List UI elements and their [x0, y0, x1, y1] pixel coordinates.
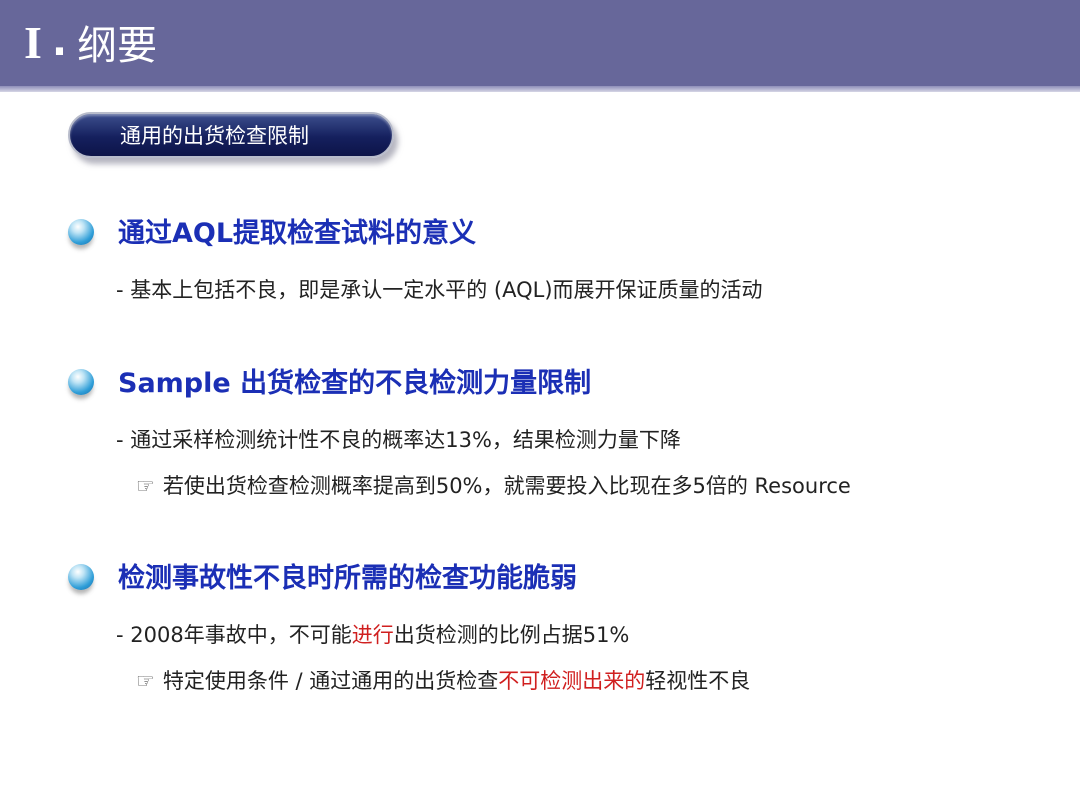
header-bar	[0, 0, 1080, 86]
pointing-hand-icon: ☞	[136, 474, 155, 498]
numeral-dot: .	[51, 19, 68, 65]
highlight-text: 不可检测出来的	[498, 669, 646, 693]
section-heading: Sample 出货检查的不良检测力量限制	[118, 368, 592, 399]
line-text: 轻视性不良	[645, 669, 751, 693]
section-numeral: I	[24, 16, 44, 68]
sub-point-line: ☞ 若使出货检查检测概率提高到50%，就需要投入比现在多5倍的 Resource	[136, 470, 851, 500]
blue-sphere-icon	[68, 564, 94, 590]
topic-badge-label: 通用的出货检查限制	[120, 124, 309, 148]
header-rule	[0, 86, 1080, 92]
sub-point-line: ☞ 特定使用条件 / 通过通用的出货检查不可检测出来的轻视性不良	[136, 665, 750, 695]
page-title: I . 纲要	[24, 10, 157, 74]
line-text: 出货检测的比例占据51%	[393, 623, 630, 647]
title-text: 纲要	[77, 23, 158, 69]
blue-sphere-icon	[68, 219, 94, 245]
section-line: - 2008年事故中，不可能进行出货检测的比例占据51%	[116, 619, 629, 649]
highlight-text: 进行	[351, 623, 394, 647]
line-text: - 2008年事故中，不可能	[116, 623, 352, 647]
section-line: - 基本上包括不良，即是承认一定水平的 (AQL)而展开保证质量的活动	[116, 278, 763, 302]
topic-badge: 通用的出货检查限制	[68, 112, 394, 158]
section-line: - 通过采样检测统计性不良的概率达13%，结果检测力量下降	[116, 428, 681, 452]
sub-point-text: 若使出货检查检测概率提高到50%，就需要投入比现在多5倍的 Resource	[162, 474, 851, 498]
blue-sphere-icon	[68, 369, 94, 395]
section-heading: 检测事故性不良时所需的检查功能脆弱	[118, 563, 577, 594]
pointing-hand-icon: ☞	[136, 669, 155, 693]
section-heading: 通过AQL提取检查试料的意义	[118, 218, 477, 249]
line-text: 特定使用条件 / 通过通用的出货检查	[162, 669, 499, 693]
